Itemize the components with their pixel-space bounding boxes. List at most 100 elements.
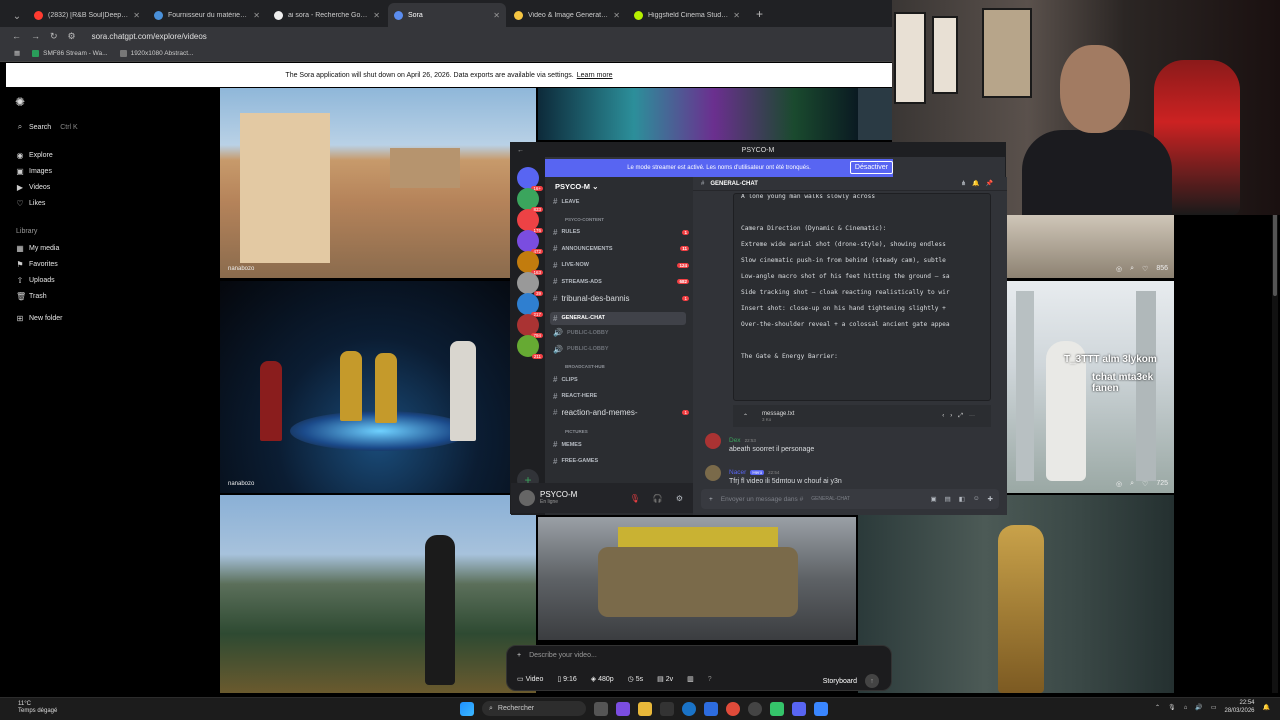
- video-tile[interactable]: [858, 495, 1174, 693]
- chrome-icon[interactable]: [726, 701, 740, 716]
- channel-category[interactable]: PICTURES: [565, 429, 588, 434]
- server-icon[interactable]: 833: [517, 188, 543, 212]
- zoom-icon[interactable]: ⌕: [1130, 480, 1134, 488]
- type-video-button[interactable]: ▭ Video: [517, 675, 543, 683]
- remix-icon[interactable]: ◎: [1116, 480, 1122, 488]
- close-tab-icon[interactable]: ✕: [253, 11, 260, 20]
- text-channel[interactable]: # reaction-and-memes- 1: [553, 408, 689, 417]
- server-icon[interactable]: 472: [517, 230, 543, 254]
- server-icon[interactable]: 176: [517, 209, 543, 233]
- back-icon[interactable]: ←: [12, 31, 21, 41]
- avatar[interactable]: [519, 490, 535, 506]
- tray-chevron-icon[interactable]: ⌃: [1155, 704, 1160, 711]
- add-media-icon[interactable]: +: [517, 652, 521, 659]
- microphone-icon[interactable]: 🎙: [1168, 704, 1176, 711]
- voice-channel[interactable]: 🔊 PUBLIC-LOBBY: [553, 345, 689, 354]
- clock[interactable]: 22:54 28/03/2026: [1224, 700, 1254, 716]
- teams-icon[interactable]: [616, 701, 630, 716]
- browser-tab[interactable]: (2832) [R&B Soul]Deep Cl ✕: [28, 3, 146, 27]
- library-my-media[interactable]: ▦ My media: [16, 244, 59, 253]
- deafen-icon[interactable]: 🎧: [653, 494, 663, 503]
- channel-category[interactable]: BROADCAST-HUB: [565, 364, 605, 369]
- emoji-icon[interactable]: ☺: [973, 495, 980, 503]
- volume-icon[interactable]: 🔊: [1195, 704, 1202, 711]
- duration-button[interactable]: ◷ 5s: [628, 675, 643, 683]
- text-channel[interactable]: # FREE-GAMES: [553, 457, 689, 466]
- close-tab-icon[interactable]: ✕: [493, 11, 500, 20]
- notification-icon[interactable]: 🔔: [1263, 704, 1270, 711]
- mute-icon[interactable]: 🎙: [630, 494, 640, 503]
- text-channel[interactable]: # LEAVE: [553, 197, 689, 206]
- taskbar-search[interactable]: ⌕ Rechercher: [482, 701, 586, 716]
- nav-likes[interactable]: ♡ Likes: [16, 199, 45, 208]
- zoom-icon[interactable]: ⌕: [1130, 265, 1134, 273]
- text-channel[interactable]: # tribunal-des-bannis 1: [553, 294, 689, 303]
- close-tab-icon[interactable]: ✕: [733, 11, 740, 20]
- avatar[interactable]: [705, 465, 721, 481]
- server-icon[interactable]: 217: [517, 293, 543, 317]
- discord-icon[interactable]: [792, 701, 806, 716]
- settings-icon[interactable]: ⚙: [676, 494, 683, 503]
- browser-tab[interactable]: Sora ✕: [388, 3, 506, 27]
- gif-icon[interactable]: ▤: [945, 495, 951, 503]
- battery-icon[interactable]: ▭: [1211, 704, 1217, 711]
- obs-icon[interactable]: [748, 701, 762, 716]
- voice-channel[interactable]: 🔊 PUBLIC-LOBBY: [553, 328, 689, 337]
- presets-icon[interactable]: ▥: [687, 675, 694, 683]
- collapse-icon[interactable]: ⌃: [743, 413, 748, 420]
- close-tab-icon[interactable]: ✕: [373, 11, 380, 20]
- library-uploads[interactable]: ⇧ Uploads: [16, 276, 55, 285]
- like-icon[interactable]: ♡: [1142, 480, 1148, 488]
- store-icon[interactable]: [660, 701, 674, 716]
- site-info-icon[interactable]: ⚙: [68, 31, 76, 42]
- forward-icon[interactable]: →: [31, 31, 40, 41]
- text-channel[interactable]: # RULES 1: [553, 228, 689, 237]
- text-channel[interactable]: # STREAMS-ADS 682: [553, 277, 689, 286]
- learn-more-link[interactable]: Learn more: [577, 72, 613, 79]
- bookmark-item[interactable]: 1920x1080 Abstract...: [119, 49, 193, 57]
- app-icon[interactable]: [770, 701, 784, 716]
- text-channel[interactable]: # MEMES: [553, 440, 689, 449]
- remix-icon[interactable]: ◎: [1116, 265, 1122, 273]
- back-arrow-icon[interactable]: ←: [517, 147, 524, 154]
- file-actions-icon[interactable]: ‹›⤢⋯: [942, 413, 981, 420]
- search-button[interactable]: ⌕ Search Ctrl K: [16, 122, 78, 132]
- nav-videos[interactable]: ▶ Videos: [16, 183, 50, 192]
- text-channel[interactable]: # GENERAL-CHAT: [550, 311, 686, 325]
- disable-streamer-mode-button[interactable]: Désactiver: [849, 161, 893, 174]
- video-tile[interactable]: [220, 495, 536, 693]
- browser-tab[interactable]: Fournisseur du matériel Audio✕: [148, 3, 266, 27]
- network-icon[interactable]: ⌂: [1184, 705, 1188, 711]
- message-author[interactable]: Dex: [729, 437, 741, 444]
- video-tile[interactable]: [858, 88, 892, 140]
- video-tile[interactable]: [538, 517, 856, 640]
- variations-button[interactable]: ▤ 2v: [657, 675, 673, 683]
- text-channel[interactable]: # LIVE-NOW 124: [553, 261, 689, 270]
- send-arrow-icon[interactable]: ↑: [865, 674, 879, 688]
- prompt-input[interactable]: + Describe your video...: [517, 652, 597, 659]
- server-icon[interactable]: 794: [517, 314, 543, 338]
- guild-name[interactable]: PSYCO-M ⌄: [555, 182, 598, 191]
- nav-explore[interactable]: ◉ Explore: [16, 151, 53, 160]
- storyboard-button[interactable]: Storyboard: [823, 678, 857, 685]
- message-input[interactable]: + Envoyer un message dans # GENERAL-CHAT…: [701, 489, 999, 509]
- tab-search-icon[interactable]: ⌄: [6, 5, 28, 27]
- text-channel[interactable]: # CLIPS: [553, 375, 689, 384]
- server-icon[interactable]: 16+: [517, 167, 543, 191]
- server-icon[interactable]: 39: [517, 272, 543, 296]
- channel-category[interactable]: PSYCO-CONTENT: [565, 217, 604, 222]
- url-field[interactable]: sora.chatgpt.com/explore/videos: [92, 32, 207, 41]
- file-explorer-icon[interactable]: [638, 701, 652, 716]
- message-author[interactable]: Nacer: [729, 469, 746, 476]
- resolution-button[interactable]: ◈ 480p: [591, 675, 614, 683]
- edge-icon[interactable]: [682, 701, 696, 716]
- browser-tab[interactable]: Higgsfield Cinema Studio | Pro✕: [628, 3, 746, 27]
- close-tab-icon[interactable]: ✕: [133, 11, 140, 20]
- weather-widget[interactable]: 11°C Temps dégagé: [18, 701, 57, 715]
- task-view-icon[interactable]: [594, 701, 608, 716]
- library-favorites[interactable]: ⚑ Favorites: [16, 260, 57, 269]
- openai-logo-icon[interactable]: ✺: [15, 95, 25, 109]
- video-tile[interactable]: ◎ ⌕ ♡ 856: [1006, 215, 1174, 278]
- avatar[interactable]: [705, 433, 721, 449]
- server-icon[interactable]: 211: [517, 335, 543, 359]
